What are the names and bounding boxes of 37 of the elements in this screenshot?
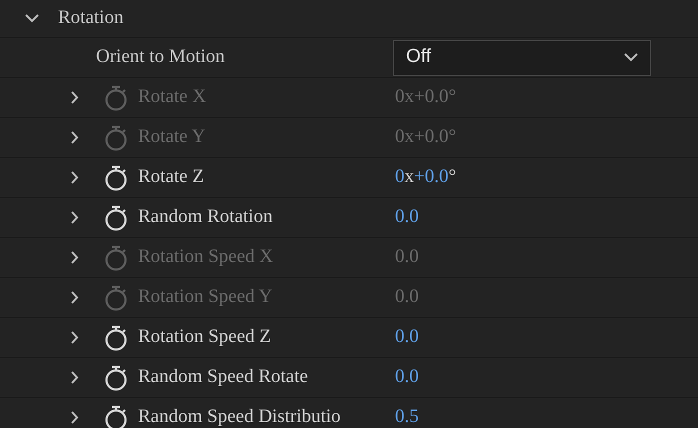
chevron-right-icon[interactable] bbox=[71, 291, 79, 304]
property-value[interactable]: 0.0 bbox=[395, 243, 419, 272]
chevron-right-icon[interactable] bbox=[71, 331, 79, 344]
chevron-down-icon[interactable] bbox=[25, 14, 39, 23]
property-label: Rotate X bbox=[138, 85, 208, 110]
chevron-down-icon[interactable] bbox=[624, 53, 638, 62]
stopwatch-icon[interactable] bbox=[104, 164, 128, 190]
stopwatch-icon[interactable] bbox=[104, 364, 128, 390]
property-label: Orient to Motion bbox=[96, 45, 226, 70]
property-label: Random Rotation bbox=[138, 205, 274, 230]
property-label: Random Speed Distributio bbox=[138, 405, 342, 428]
chevron-right-icon[interactable] bbox=[71, 411, 79, 424]
chevron-right-icon[interactable] bbox=[71, 171, 79, 184]
property-label: Rotate Y bbox=[138, 125, 206, 150]
property-value[interactable]: 0x+0.0° bbox=[395, 83, 456, 112]
chevron-right-icon[interactable] bbox=[71, 131, 79, 144]
property-label: Rotation Speed Z bbox=[138, 325, 272, 350]
chevron-right-icon[interactable] bbox=[71, 371, 79, 384]
property-label: Rotate Z bbox=[138, 165, 205, 190]
property-value[interactable]: 0x+0.0° bbox=[395, 163, 456, 192]
property-label: Random Speed Rotate bbox=[138, 365, 309, 390]
dropdown[interactable]: Off bbox=[393, 40, 651, 76]
stopwatch-icon[interactable] bbox=[104, 404, 128, 428]
property-label: Rotation Speed Y bbox=[138, 285, 274, 310]
property-value[interactable]: 0.0 bbox=[395, 283, 419, 312]
property-value[interactable]: 0.5 bbox=[395, 403, 419, 428]
property-value[interactable]: 0.0 bbox=[395, 203, 419, 232]
property-value[interactable]: 0.0 bbox=[395, 323, 419, 352]
property-label: Rotation Speed X bbox=[138, 245, 274, 270]
chevron-right-icon[interactable] bbox=[71, 251, 79, 264]
chevron-right-icon[interactable] bbox=[71, 211, 79, 224]
group-label: Rotation bbox=[58, 6, 124, 30]
chevron-right-icon[interactable] bbox=[71, 91, 79, 104]
property-value[interactable]: 0.0 bbox=[395, 363, 419, 392]
property-value[interactable]: 0x+0.0° bbox=[395, 123, 456, 152]
stopwatch-icon[interactable] bbox=[104, 204, 128, 230]
stopwatch-icon[interactable] bbox=[104, 324, 128, 350]
